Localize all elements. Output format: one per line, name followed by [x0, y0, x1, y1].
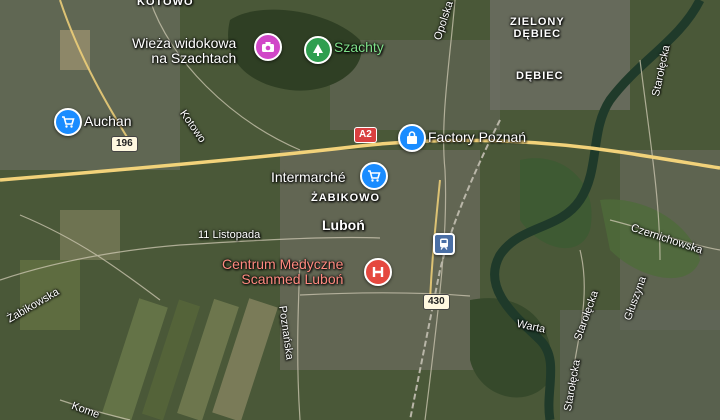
district-label-debiec: DĘBIEC: [516, 70, 564, 82]
poi-label-wieza-widokowa[interactable]: Wieża widokowa na Szachtach: [132, 35, 236, 67]
map-view[interactable]: KOTOWO ZIELONY DĘBIEC DĘBIEC ŻABIKOWO Lu…: [0, 0, 720, 420]
poi-label-szachty[interactable]: Szachty: [334, 39, 384, 55]
satellite-imagery: [0, 0, 720, 420]
shopping-cart-icon[interactable]: [54, 108, 82, 136]
tree-icon[interactable]: [304, 36, 332, 64]
poi-label-intermarche[interactable]: Intermarché: [271, 169, 346, 185]
road-shield-196: 196: [111, 136, 138, 152]
road-shield-430: 430: [423, 294, 450, 310]
street-label-11-listopada: 11 Listopada: [198, 229, 261, 241]
poi-label-factory-poznan[interactable]: Factory Poznań: [428, 129, 526, 145]
poi-label-scanmed[interactable]: Centrum Medyczne Scanmed Luboń: [222, 256, 343, 288]
shopping-cart-icon[interactable]: [360, 162, 388, 190]
train-station-icon[interactable]: [433, 233, 455, 255]
district-label-zielony-debiec: ZIELONY DĘBIEC: [510, 16, 565, 41]
shopping-bag-icon[interactable]: [398, 124, 426, 152]
district-label-zabikowo: ŻABIKOWO: [311, 192, 381, 204]
hospital-icon[interactable]: [364, 258, 392, 286]
motorway-shield-a2: A2: [354, 127, 377, 143]
city-label-lubon: Luboń: [322, 217, 365, 233]
poi-label-auchan[interactable]: Auchan: [84, 113, 131, 129]
camera-icon[interactable]: [254, 33, 282, 61]
district-label-kotowo: KOTOWO: [137, 0, 194, 8]
